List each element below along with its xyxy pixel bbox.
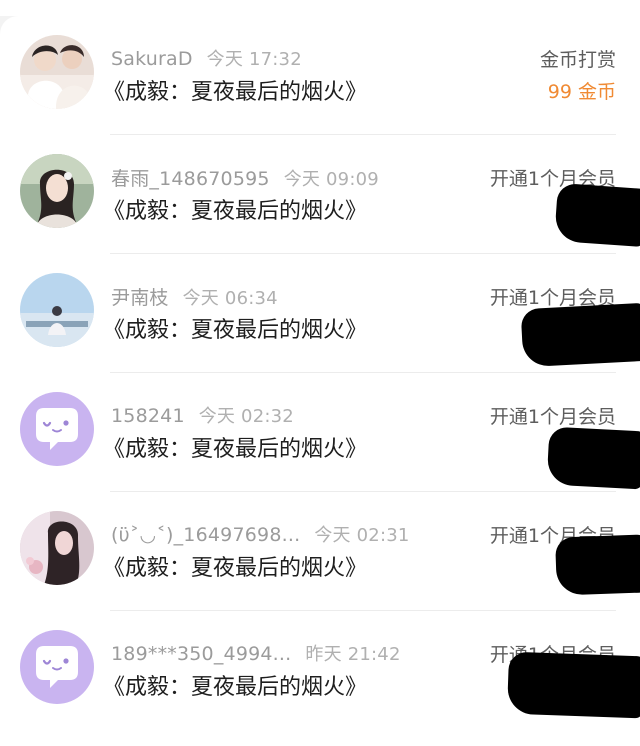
timestamp: 今天 09:09: [283, 169, 379, 190]
username[interactable]: (ϋ˃◡˂)_16497698...: [111, 524, 300, 546]
username[interactable]: 尹南枝: [111, 287, 169, 309]
list-item[interactable]: (ϋ˃◡˂)_16497698... 今天 02:31 《成毅：夏夜最后的烟火》 …: [0, 492, 640, 611]
avatar[interactable]: [20, 630, 94, 704]
redaction-mark: [506, 651, 640, 719]
timestamp: 今天 17:32: [206, 49, 302, 70]
top-strip: [0, 0, 640, 16]
redaction-mark: [546, 426, 640, 490]
list-item[interactable]: 春雨_148670595 今天 09:09 《成毅：夏夜最后的烟火》 开通1个月会…: [0, 135, 640, 254]
chat-bubble-icon: [20, 392, 94, 466]
redaction-mark: [555, 534, 640, 596]
work-title[interactable]: 《成毅：夏夜最后的烟火》: [103, 550, 367, 582]
list-item[interactable]: SakuraD 今天 17:32 《成毅：夏夜最后的烟火》 金币打赏 99 金币: [0, 16, 640, 135]
work-title[interactable]: 《成毅：夏夜最后的烟火》: [103, 74, 367, 106]
avatar[interactable]: [20, 511, 94, 585]
timestamp: 今天 02:32: [198, 406, 294, 427]
meta-line: 春雨_148670595 今天 09:09: [111, 164, 379, 191]
meta-line: 158241 今天 02:32: [111, 402, 294, 428]
timestamp: 今天 06:34: [182, 288, 278, 309]
work-title[interactable]: 《成毅：夏夜最后的烟火》: [103, 431, 367, 463]
avatar[interactable]: [20, 154, 94, 228]
redaction-mark: [554, 182, 640, 248]
avatar[interactable]: [20, 392, 94, 466]
username[interactable]: 春雨_148670595: [111, 168, 270, 190]
work-title[interactable]: 《成毅：夏夜最后的烟火》: [103, 193, 367, 225]
avatar[interactable]: [20, 35, 94, 109]
action-label: 金币打赏: [539, 49, 616, 71]
list-item[interactable]: 158241 今天 02:32 《成毅：夏夜最后的烟火》 开通1个月会员: [0, 373, 640, 492]
username[interactable]: SakuraD: [111, 48, 193, 70]
username[interactable]: 158241: [111, 405, 185, 427]
username[interactable]: 189***350_4994...: [111, 643, 291, 665]
timestamp: 昨天 21:42: [305, 644, 401, 665]
avatar[interactable]: [20, 273, 94, 347]
meta-line: 尹南枝 今天 06:34: [111, 283, 278, 310]
reward-amount: 99 金币: [547, 81, 616, 103]
work-title[interactable]: 《成毅：夏夜最后的烟火》: [103, 312, 367, 344]
redaction-mark: [520, 302, 640, 368]
meta-line: SakuraD 今天 17:32: [111, 45, 302, 71]
action-label: 开通1个月会员: [489, 406, 616, 428]
meta-line: 189***350_4994... 昨天 21:42: [111, 640, 401, 666]
chat-bubble-icon: [20, 630, 94, 704]
notification-list: SakuraD 今天 17:32 《成毅：夏夜最后的烟火》 金币打赏 99 金币 …: [0, 16, 640, 746]
meta-line: (ϋ˃◡˂)_16497698... 今天 02:31: [111, 521, 410, 547]
work-title[interactable]: 《成毅：夏夜最后的烟火》: [103, 669, 367, 701]
timestamp: 今天 02:31: [314, 525, 410, 546]
